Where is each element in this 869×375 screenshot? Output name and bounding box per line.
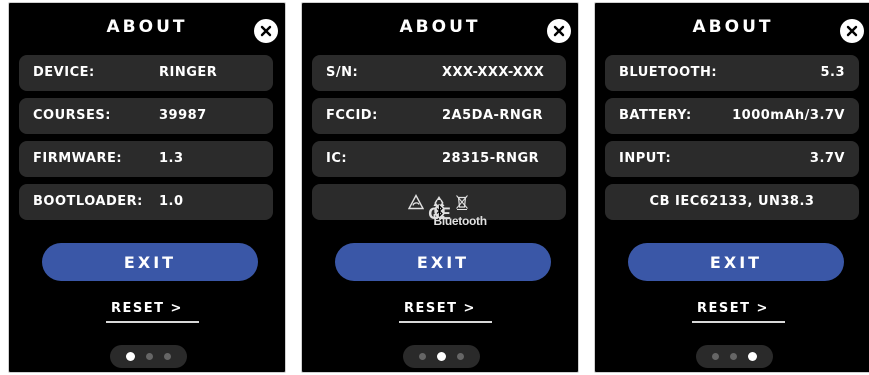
weee-bin-icon	[456, 195, 468, 210]
cert-icons-row: CE UK CA B	[312, 184, 566, 228]
reset-underline	[106, 321, 199, 323]
exit-button[interactable]: EXIT	[42, 243, 258, 281]
info-value: 1.3	[159, 151, 184, 166]
info-row-bluetooth: BLUETOOTH: 5.3	[605, 55, 859, 91]
page-dot-active[interactable]	[748, 352, 757, 361]
info-value: 3.7V	[809, 151, 845, 166]
close-icon	[846, 25, 858, 37]
bluetooth-logo: Bluetooth	[434, 204, 487, 228]
info-label: DEVICE:	[33, 65, 95, 80]
bluetooth-wordmark: Bluetooth	[433, 214, 488, 228]
info-value: 1000mAh/3.7V	[732, 108, 845, 123]
page-dot[interactable]	[712, 353, 719, 360]
info-label: BATTERY:	[619, 108, 692, 123]
page-dot[interactable]	[457, 353, 464, 360]
info-label: COURSES:	[33, 108, 111, 123]
page-title: ABOUT	[692, 17, 774, 37]
page-dot-active[interactable]	[437, 352, 446, 361]
info-label: FCCID:	[326, 108, 378, 123]
info-row-fccid: FCCID: 2A5DA-RNGR	[312, 98, 566, 134]
info-value: 5.3	[820, 65, 845, 80]
info-value: 1.0	[159, 194, 184, 209]
info-label: BLUETOOTH:	[619, 65, 718, 80]
page-title: ABOUT	[399, 17, 481, 37]
page-dot[interactable]	[164, 353, 171, 360]
info-label: FIRMWARE:	[33, 151, 123, 166]
info-row-bootloader: BOOTLOADER: 1.0	[19, 184, 273, 220]
info-value: 39987	[159, 108, 207, 123]
info-row-battery: BATTERY: 1000mAh/3.7V	[605, 98, 859, 134]
about-screen-1: ABOUT DEVICE: RINGER COURSES: 39987 FIRM…	[8, 2, 286, 373]
info-value: 2A5DA-RNGR	[442, 108, 543, 123]
cert-text: CB IEC62133, UN38.3	[649, 194, 815, 209]
exit-button[interactable]: EXIT	[628, 243, 844, 281]
page-indicator[interactable]	[110, 345, 187, 368]
close-icon	[553, 25, 565, 37]
close-button[interactable]	[547, 19, 571, 43]
page-title: ABOUT	[106, 17, 188, 37]
info-row-ic: IC: 28315-RNGR	[312, 141, 566, 177]
info-value: 28315-RNGR	[442, 151, 540, 166]
info-row-courses: COURSES: 39987	[19, 98, 273, 134]
about-screen-2: ABOUT S/N: XXX-XXX-XXX FCCID: 2A5DA-RNGR…	[301, 2, 579, 373]
info-row-serial: S/N: XXX-XXX-XXX	[312, 55, 566, 91]
info-row-input: INPUT: 3.7V	[605, 141, 859, 177]
page-dot-active[interactable]	[126, 352, 135, 361]
about-screen-3: ABOUT BLUETOOTH: 5.3 BATTERY: 1000mAh/3.…	[594, 2, 869, 373]
info-label: IC:	[326, 151, 348, 166]
reset-underline	[399, 321, 492, 323]
reset-link[interactable]: RESET >	[9, 301, 285, 316]
page-indicator[interactable]	[696, 345, 773, 368]
page-dot[interactable]	[419, 353, 426, 360]
info-label: INPUT:	[619, 151, 672, 166]
reset-link[interactable]: RESET >	[595, 301, 869, 316]
page-dot[interactable]	[730, 353, 737, 360]
close-button[interactable]	[840, 19, 864, 43]
reset-underline	[692, 321, 785, 323]
close-button[interactable]	[254, 19, 278, 43]
info-value: XXX-XXX-XXX	[442, 65, 545, 80]
info-row-device: DEVICE: RINGER	[19, 55, 273, 91]
exit-button[interactable]: EXIT	[335, 243, 551, 281]
rcm-icon	[408, 194, 424, 210]
cert-text-row: CB IEC62133, UN38.3	[605, 184, 859, 220]
info-label: BOOTLOADER:	[33, 194, 143, 209]
info-row-firmware: FIRMWARE: 1.3	[19, 141, 273, 177]
page-indicator[interactable]	[403, 345, 480, 368]
info-label: S/N:	[326, 65, 359, 80]
page-dot[interactable]	[146, 353, 153, 360]
close-icon	[260, 25, 272, 37]
info-value: RINGER	[159, 65, 218, 80]
reset-link[interactable]: RESET >	[302, 301, 578, 316]
